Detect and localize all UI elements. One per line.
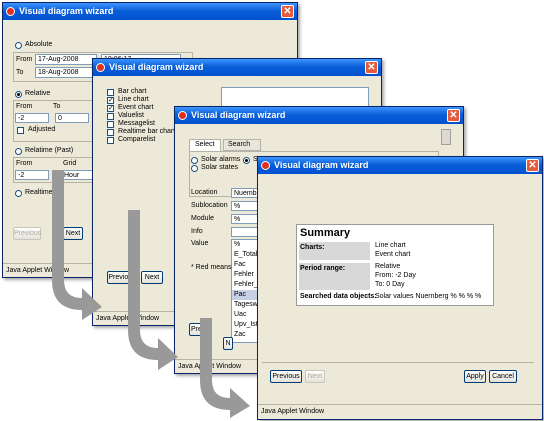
chart-type-checkbox[interactable]: ✓: [107, 97, 114, 104]
title-bar[interactable]: Visual diagram wizard ✕: [258, 157, 542, 174]
close-button[interactable]: ✕: [526, 159, 539, 172]
next-button[interactable]: Next: [305, 370, 325, 383]
relative-radio[interactable]: [15, 91, 22, 98]
flow-arrow-3: [200, 318, 250, 418]
flow-arrow-2: [128, 210, 178, 370]
chart-type-checkbox[interactable]: [107, 137, 114, 144]
sublocation-label: Sublocation: [191, 202, 228, 209]
info-label: Info: [191, 228, 203, 235]
adjusted-label: Adjusted: [28, 126, 56, 133]
value-label: Value: [191, 240, 209, 247]
relative-from-field[interactable]: -2: [15, 113, 49, 123]
app-icon: [96, 63, 105, 72]
app-icon: [178, 111, 187, 120]
realtime-radio[interactable]: [15, 190, 22, 197]
solar-states-radio[interactable]: [191, 165, 198, 172]
realtime-from-label: From: [16, 160, 33, 167]
chart-type-label: Line chart: [118, 96, 149, 103]
chart-type-checkbox[interactable]: [107, 113, 114, 120]
charts-value: Event chart: [375, 251, 411, 258]
to-date-field[interactable]: 18-Aug-2008: [35, 67, 97, 78]
solar-alarms-radio[interactable]: [191, 157, 198, 164]
title-bar[interactable]: Visual diagram wizard ✕: [93, 59, 381, 76]
previous-button[interactable]: Previous: [270, 370, 302, 383]
period-value: Relative: [375, 263, 401, 270]
realtime-past-radio[interactable]: [15, 148, 22, 155]
wizard-window-summary: Visual diagram wizard ✕ Summary Charts: …: [257, 156, 543, 420]
close-button[interactable]: ✕: [447, 109, 460, 122]
charts-label-cell: Charts:: [299, 242, 370, 260]
chart-type-checkbox[interactable]: [107, 121, 114, 128]
searched-value: Solar values Nuernberg % % % %: [375, 293, 482, 300]
relative-label: Relative: [25, 90, 51, 97]
chart-type-label: Messagelist: [118, 120, 155, 127]
previous-button[interactable]: Previous: [13, 227, 41, 240]
from-label: From: [16, 56, 33, 63]
window-title: Visual diagram wizard: [109, 62, 204, 72]
chart-type-checkbox[interactable]: ✓: [107, 105, 114, 112]
adjusted-checkbox[interactable]: [17, 127, 24, 134]
window-title: Visual diagram wizard: [274, 160, 369, 170]
period-value: From: -2 Day: [375, 272, 416, 279]
button-separator: [262, 362, 534, 363]
chart-type-checkbox[interactable]: [107, 129, 114, 136]
absolute-radio[interactable]: [15, 42, 22, 49]
period-label-cell: Period range:: [299, 263, 370, 290]
app-icon: [261, 161, 270, 170]
cancel-button[interactable]: Cancel: [489, 370, 517, 383]
charts-label: Charts:: [300, 244, 325, 251]
realtime-past-label: Relatime (Past): [25, 147, 74, 154]
close-button[interactable]: ✕: [281, 5, 294, 18]
title-bar[interactable]: Visual diagram wizard ✕: [3, 3, 297, 20]
chart-type-label: Comparelist: [118, 136, 156, 143]
realtime-grid-label: Grid: [63, 160, 77, 167]
chart-type-label: Bar chart: [118, 88, 147, 95]
close-button[interactable]: ✕: [365, 61, 378, 74]
solar-values-radio[interactable]: [243, 157, 250, 164]
footnote: * Red means: [191, 264, 232, 271]
chart-type-checkbox[interactable]: [107, 89, 114, 96]
apply-button[interactable]: Apply: [464, 370, 486, 383]
chart-type-label: Event chart: [118, 104, 154, 111]
period-label: Period range:: [300, 265, 346, 272]
app-icon: [6, 7, 15, 16]
scrollbar[interactable]: [441, 129, 451, 145]
relative-to-field[interactable]: 0: [55, 113, 89, 123]
title-bar[interactable]: Visual diagram wizard ✕: [175, 107, 463, 124]
status-bar: Java Applet Window: [258, 404, 542, 419]
to-label: To: [16, 69, 24, 76]
module-label: Module: [191, 215, 214, 222]
period-value: To: 0 Day: [375, 281, 405, 288]
absolute-label: Absolute: [25, 41, 53, 48]
flow-arrow-1: [52, 170, 102, 320]
relative-to-label: To: [53, 103, 61, 110]
window-title: Visual diagram wizard: [19, 6, 114, 16]
location-label: Location: [191, 189, 218, 196]
summary-box: Summary Charts: Line chart Event chart P…: [296, 224, 494, 306]
from-date-field[interactable]: 17-Aug-2008: [35, 54, 97, 65]
window-title: Visual diagram wizard: [191, 110, 286, 120]
tab-search-label: Search: [228, 141, 251, 148]
solar-alarms-label: Solar alarms: [201, 156, 241, 163]
tab-select-label: Select: [195, 141, 215, 148]
solar-states-label: Solar states: [201, 164, 238, 171]
charts-value: Line chart: [375, 242, 406, 249]
chart-type-label: Realtime bar chart: [118, 128, 176, 135]
relative-from-label: From: [16, 103, 33, 110]
chart-type-label: Valuelist: [118, 112, 144, 119]
searched-label: Searched data objects:: [300, 293, 377, 300]
summary-title: Summary: [300, 227, 351, 239]
